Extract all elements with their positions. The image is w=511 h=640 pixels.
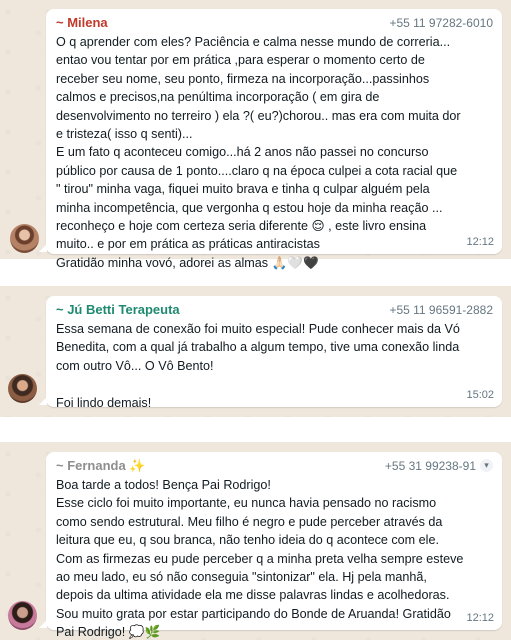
message-header: ~ Jú Betti Terapeuta +55 11 96591-2882 xyxy=(56,301,493,318)
message-text: O q aprender com eles? Paciência e calma… xyxy=(56,35,461,270)
message-header: ~ Milena +55 11 97282-6010 xyxy=(56,14,493,31)
sender-phone-wrap: +55 31 99238-91 ▾ xyxy=(385,459,493,473)
avatar-ju-betti[interactable] xyxy=(8,374,37,403)
message-text: Boa tarde a todos! Bença Pai Rodrigo! Es… xyxy=(56,478,464,640)
message-text: Essa semana de conexão foi muito especia… xyxy=(56,322,460,410)
message-bubble-fernanda[interactable]: ~ Fernanda ✨ +55 31 99238-91 ▾ Boa tarde… xyxy=(39,452,502,639)
avatar-fernanda[interactable] xyxy=(8,601,37,630)
message-time: 12:12 xyxy=(466,612,494,624)
message-time: 12:12 xyxy=(466,236,494,248)
chevron-down-icon[interactable]: ▾ xyxy=(480,459,493,472)
message-bubble-milena[interactable]: ~ Milena +55 11 97282-6010 O q aprender … xyxy=(39,9,502,270)
sender-phone: +55 11 96591-2882 xyxy=(389,302,493,317)
sender-phone: +55 31 99238-91 xyxy=(384,458,476,473)
message-bubble-ju-betti[interactable]: ~ Jú Betti Terapeuta +55 11 96591-2882 E… xyxy=(39,296,502,410)
sender-phone: +55 11 97282-6010 xyxy=(389,15,493,30)
sender-name[interactable]: ~ Fernanda ✨ xyxy=(56,458,146,474)
avatar-milena[interactable] xyxy=(10,224,39,253)
message-header: ~ Fernanda ✨ +55 31 99238-91 ▾ xyxy=(56,457,493,474)
sender-name[interactable]: ~ Jú Betti Terapeuta xyxy=(56,302,180,317)
sender-name[interactable]: ~ Milena xyxy=(56,15,108,30)
message-time: 15:02 xyxy=(466,389,494,401)
